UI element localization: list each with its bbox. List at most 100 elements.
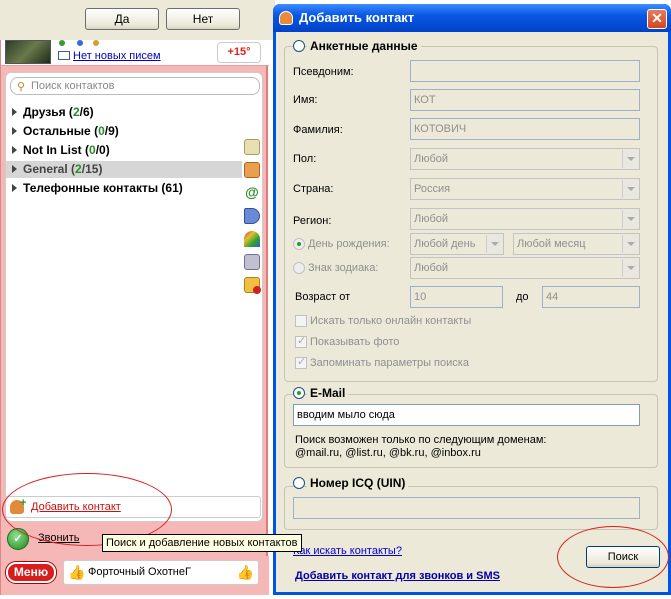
group-online-count: 2	[75, 162, 82, 176]
age-from-label: Возраст от	[295, 291, 351, 303]
app-icon	[279, 11, 293, 25]
group-friends[interactable]: Друзья (2/6)	[6, 104, 242, 121]
firstname-label: Имя:	[293, 94, 318, 106]
country-select[interactable]: Россия	[410, 178, 640, 200]
menu-button[interactable]: Меню	[6, 562, 56, 583]
rainbow-icon[interactable]	[244, 231, 260, 247]
folder-icon[interactable]	[244, 277, 261, 294]
birthday-month-select[interactable]: Любой месяц	[513, 233, 640, 255]
birthday-day-select[interactable]: Любой день	[410, 233, 504, 255]
add-contact-dialog: Добавить контакт ✕ Анкетные данные Псевд…	[273, 4, 671, 595]
status-icons	[59, 40, 119, 48]
nickname-field[interactable]	[410, 60, 640, 82]
chevron-down-icon	[622, 259, 638, 277]
status-mood-icon[interactable]: 👍	[237, 564, 254, 581]
status-text: Форточный ОхотнеГ	[88, 566, 191, 578]
speaker-icon[interactable]	[244, 208, 260, 224]
nickname-label: Псевдоним:	[293, 66, 354, 78]
search-placeholder: Поиск контактов	[31, 80, 115, 92]
zodiac-radio[interactable]	[293, 262, 305, 274]
email-note-line2: @mail.ru, @list.ru, @bk.ru, @inbox.ru	[295, 447, 481, 459]
group-name: Телефонные контакты	[23, 181, 159, 195]
dialog-body: Анкетные данные Псевдоним: Имя: КОТ Фами…	[276, 32, 668, 592]
chevron-down-icon	[622, 235, 638, 253]
gender-value: Любой	[414, 153, 449, 165]
expand-arrow-icon	[12, 146, 17, 154]
group-not-in-list[interactable]: Not In List (0/0)	[6, 142, 242, 159]
chevron-down-icon	[622, 150, 638, 168]
country-label: Страна:	[293, 183, 334, 195]
search-input[interactable]: ⚲ Поиск контактов	[10, 77, 260, 95]
group-total-count: (61)	[161, 181, 183, 195]
region-label: Регион:	[293, 215, 332, 227]
group-total-count: 6	[82, 105, 90, 119]
online-only-checkbox[interactable]	[295, 315, 307, 327]
mail-status-link[interactable]: Нет новых писем	[73, 50, 161, 62]
profile-section-title: Анкетные данные	[307, 39, 421, 53]
add-phone-contact-link[interactable]: Добавить контакт для звонков и SMS	[295, 570, 500, 582]
zodiac-label: Знак зодиака:	[308, 262, 379, 274]
contact-list-panel: ⚲ Поиск контактов Друзья (2/6) Остальные…	[5, 72, 263, 522]
group-general[interactable]: General (2/15)	[6, 161, 242, 178]
age-to-text: до	[516, 291, 529, 303]
group-name: General	[23, 162, 68, 176]
status-message-box[interactable]: 👍 Форточный ОхотнеГ 👍	[63, 560, 259, 585]
chevron-down-icon	[622, 180, 638, 198]
agent-header: Нет новых писем +15°	[1, 40, 269, 66]
show-photo-checkbox[interactable]	[295, 334, 307, 348]
zodiac-value: Любой	[414, 262, 449, 274]
age-from-field[interactable]: 10	[410, 286, 503, 308]
email-section-title: E-Mail	[307, 386, 349, 400]
email-note-line1: Поиск возможен только по следующим домен…	[295, 434, 547, 446]
expand-arrow-icon	[12, 165, 17, 173]
how-to-search-link[interactable]: Как искать контакты?	[293, 545, 402, 557]
thumbs-up-icon: 👍	[68, 564, 86, 580]
remember-checkbox[interactable]	[295, 355, 307, 369]
group-online-count: 2	[72, 105, 80, 119]
avatar[interactable]	[5, 40, 51, 64]
birthday-radio[interactable]	[293, 238, 305, 250]
no-button[interactable]: Нет	[166, 8, 240, 30]
close-button[interactable]: ✕	[647, 9, 667, 29]
lastname-label: Фамилия:	[293, 124, 343, 136]
online-only-label: Искать только онлайн контакты	[310, 315, 472, 327]
group-online-count: 0	[98, 124, 105, 138]
region-select[interactable]: Любой	[410, 208, 640, 230]
expand-arrow-icon	[12, 184, 17, 192]
group-total-count: 15	[85, 162, 99, 176]
group-name: Друзья	[23, 105, 66, 119]
search-icon: ⚲	[17, 81, 26, 93]
chevron-down-icon	[486, 235, 502, 253]
icq-field[interactable]	[293, 497, 640, 519]
group-name: Not In List	[23, 143, 82, 157]
icq-radio[interactable]	[293, 477, 305, 489]
contacts-book-icon[interactable]	[244, 162, 260, 178]
chevron-down-icon	[622, 210, 638, 228]
weather-temperature[interactable]: +15°	[217, 42, 261, 63]
sms-icon[interactable]	[244, 139, 260, 155]
lastname-field[interactable]: КОТОВИЧ	[410, 118, 640, 140]
icq-section-title: Номер ICQ (UIN)	[307, 476, 409, 490]
birthday-day-value: Любой день	[414, 238, 476, 250]
remember-label: Запоминать параметры поиска	[310, 357, 469, 369]
zodiac-select[interactable]: Любой	[410, 257, 640, 279]
age-to-field[interactable]: 44	[542, 286, 640, 308]
tools-icon[interactable]	[244, 254, 260, 270]
group-phone-contacts[interactable]: Телефонные контакты (61)	[6, 180, 242, 197]
email-radio[interactable]	[293, 387, 305, 399]
birthday-month-value: Любой месяц	[517, 238, 586, 250]
birthday-label: День рождения:	[308, 238, 390, 250]
firstname-field[interactable]: КОТ	[410, 89, 640, 111]
group-others[interactable]: Остальные (0/9)	[6, 123, 242, 140]
dialog-title: Добавить контакт	[299, 10, 415, 25]
email-at-icon[interactable]: @	[244, 185, 260, 201]
country-value: Россия	[414, 183, 451, 195]
gender-select[interactable]: Любой	[410, 148, 640, 170]
email-field[interactable]: вводим мыло сюда	[293, 404, 640, 426]
yes-button[interactable]: Да	[85, 8, 159, 30]
group-total-count: 9	[108, 124, 115, 138]
expand-arrow-icon	[12, 127, 17, 135]
age-to-label: до	[516, 291, 529, 303]
profile-radio[interactable]	[293, 40, 305, 52]
region-value: Любой	[414, 213, 449, 225]
